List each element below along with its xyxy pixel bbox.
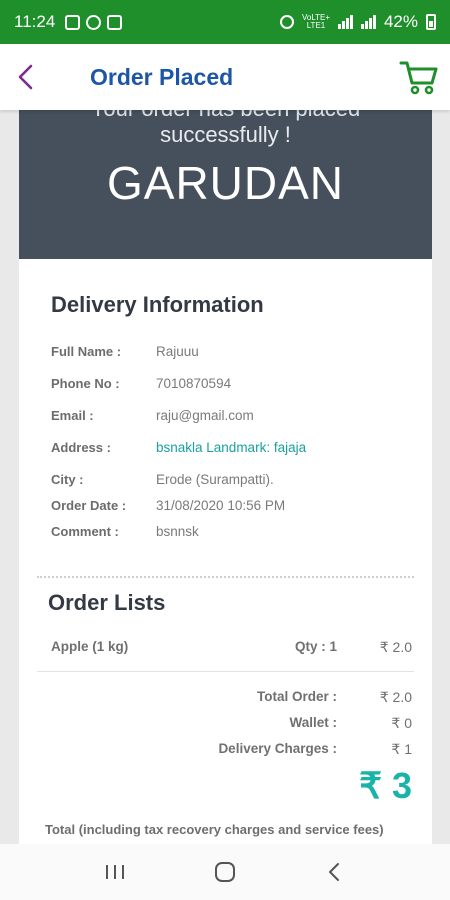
nav-back-icon: [329, 863, 339, 881]
page-title: Order Placed: [90, 63, 234, 90]
info-value: raju@gmail.com: [156, 408, 254, 423]
info-row-city: City : Erode (Surampatti).: [51, 472, 274, 487]
banner-partial-text: Your order has been placed: [19, 110, 432, 122]
wallet-value: ₹ 0: [391, 715, 412, 731]
info-row-address: Address : bsnakla Landmark: fajaja: [51, 440, 306, 455]
home-icon: [215, 862, 235, 882]
status-bar: 11:24 VoLTE+ LTE1 42%: [0, 0, 450, 44]
info-label: Full Name :: [51, 344, 122, 359]
success-banner: Your order has been placed successfully …: [19, 110, 432, 259]
items-divider: [37, 671, 414, 672]
order-content[interactable]: Your order has been placed successfully …: [0, 110, 450, 844]
alarm-icon: [279, 15, 294, 29]
home-button[interactable]: [205, 852, 245, 892]
grand-total: ₹ 3: [359, 765, 412, 806]
delivery-charges-value: ₹ 1: [391, 741, 412, 757]
delivery-info-title: Delivery Information: [51, 292, 264, 317]
info-label: Email :: [51, 408, 94, 423]
item-name: Apple (1 kg): [51, 639, 129, 654]
account-icon: [86, 14, 102, 30]
item-price: ₹ 2.0: [379, 639, 412, 655]
delivery-charges-label: Delivery Charges :: [218, 741, 337, 756]
cart-button[interactable]: [388, 44, 450, 110]
status-notification-icons: [65, 14, 123, 30]
info-value: bsnnsk: [156, 524, 199, 539]
info-label: Order Date :: [51, 498, 127, 513]
total-note: Total (including tax recovery charges an…: [45, 822, 384, 837]
recents-button[interactable]: [95, 852, 135, 892]
gallery-icon: [65, 14, 81, 30]
brand-name: GARUDAN: [106, 157, 345, 209]
battery-icon: [426, 14, 436, 30]
info-row-email: Email : raju@gmail.com: [51, 408, 254, 423]
wallet-label: Wallet :: [289, 715, 337, 730]
status-system-icons: VoLTE+ LTE1 42%: [279, 12, 436, 32]
info-value: 7010870594: [156, 376, 232, 391]
recents-icon: [106, 865, 124, 879]
info-label: Address :: [51, 440, 111, 455]
info-value: 31/08/2020 10:56 PM: [156, 498, 286, 513]
message-icon: [107, 14, 123, 30]
banner-message: successfully !: [160, 122, 291, 147]
total-order-value: ₹ 2.0: [379, 689, 412, 705]
item-qty: Qty : 1: [295, 639, 338, 654]
section-divider: [37, 576, 414, 578]
info-label: Phone No :: [51, 376, 120, 391]
info-value: Erode (Surampatti).: [156, 472, 274, 487]
status-time: 11:24: [14, 12, 56, 31]
back-button[interactable]: [0, 44, 52, 110]
chevron-left-icon: [18, 64, 33, 90]
info-row-comment: Comment : bsnnsk: [51, 524, 199, 539]
network-label: VoLTE+ LTE1: [301, 13, 331, 30]
total-order-label: Total Order :: [256, 689, 337, 704]
info-row-full-name: Full Name : Rajuuu: [51, 344, 199, 359]
battery-percent: 42%: [383, 12, 418, 31]
address-link[interactable]: bsnakla Landmark: fajaja: [156, 440, 306, 455]
cart-icon: [399, 61, 438, 95]
info-row-order-date: Order Date : 31/08/2020 10:56 PM: [51, 498, 285, 513]
info-value: Rajuuu: [156, 344, 199, 359]
signal-icon-2: [360, 15, 376, 29]
info-label: City :: [51, 472, 84, 487]
order-lists-title: Order Lists: [48, 590, 166, 615]
order-card: Your order has been placed successfully …: [19, 110, 432, 844]
info-label: Comment :: [51, 524, 119, 539]
info-row-phone: Phone No : 7010870594: [51, 376, 231, 391]
nav-back-button[interactable]: [315, 852, 355, 892]
system-nav-bar: [0, 844, 450, 900]
app-bar: Order Placed: [0, 44, 450, 110]
signal-icon: [337, 15, 353, 29]
